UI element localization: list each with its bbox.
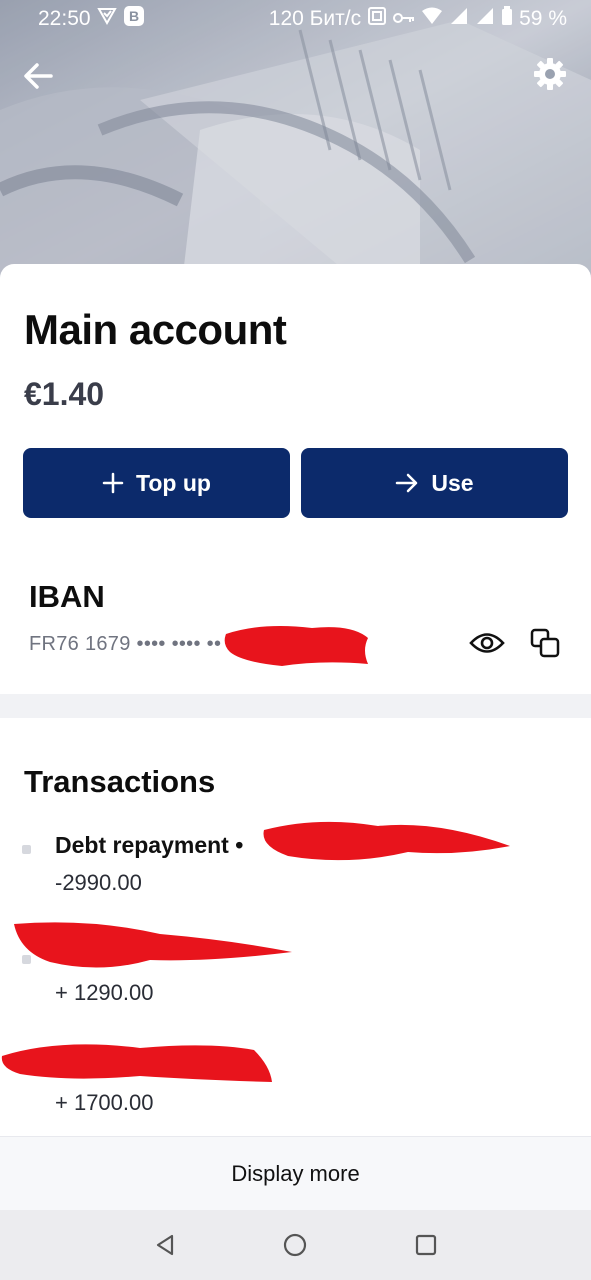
battery-icon [501, 6, 513, 32]
status-time: 22:50 [38, 7, 91, 30]
iban-redaction-mark [224, 626, 368, 666]
key-icon [393, 7, 415, 31]
battery-level: 59 % [519, 7, 567, 30]
transaction-amount: -2990.00 [55, 870, 142, 895]
page-title: Main account [24, 306, 287, 353]
iban-label: IBAN [29, 579, 105, 614]
transaction-item[interactable]: + 1700.00 [0, 1050, 591, 1130]
display-more-label: Display more [231, 1160, 360, 1186]
staircase-photo [0, 0, 591, 300]
iban-value: FR76 1679 •••• •••• •• [29, 633, 222, 655]
signal-1-icon [449, 7, 469, 31]
transaction-bullet [22, 1065, 31, 1074]
back-button[interactable] [18, 56, 58, 96]
show-iban-button[interactable] [468, 626, 506, 660]
nav-home-button[interactable] [273, 1223, 317, 1267]
section-divider [0, 694, 591, 718]
transaction-amount: + 1290.00 [55, 980, 154, 1005]
transaction-item[interactable]: + 1290.00 [0, 940, 591, 1020]
square-recents-icon [415, 1234, 436, 1256]
transaction-item[interactable]: Debt repayment • -2990.00 [0, 830, 591, 910]
top-up-label: Top up [136, 469, 211, 496]
svg-text:B: B [129, 8, 139, 24]
account-sheet: Main account €1.40 Top up Use IBAN FR76 … [0, 264, 591, 1210]
settings-button[interactable] [530, 54, 570, 94]
copy-iban-button[interactable] [526, 624, 564, 662]
signal-2-icon [475, 7, 495, 31]
transaction-bullet [22, 845, 31, 854]
header-background-image: 22:50 B 120 Бит/с 59 % [0, 0, 591, 300]
triangle-back-icon [157, 1234, 174, 1256]
arrow-left-icon [24, 63, 53, 89]
gear-icon [534, 58, 566, 90]
nav-back-button[interactable] [143, 1223, 187, 1267]
vk-app-icon: B [123, 5, 145, 33]
plus-icon [102, 472, 124, 494]
transaction-amount: + 1700.00 [55, 1090, 154, 1115]
circle-home-icon [284, 1233, 307, 1257]
vpn-check-icon [96, 7, 117, 31]
arrow-right-icon [396, 473, 418, 493]
use-label: Use [431, 469, 474, 496]
wifi-icon [421, 7, 443, 31]
eye-icon [469, 633, 505, 653]
transaction-name: Debt repayment • [55, 832, 244, 858]
network-speed: 120 Бит/с [268, 7, 362, 30]
display-more-button[interactable]: Display more [0, 1136, 591, 1210]
account-balance: €1.40 [24, 376, 105, 412]
copy-icon [530, 628, 560, 658]
system-navigation-bar [0, 1210, 591, 1280]
status-bar: 22:50 B 120 Бит/с 59 % [0, 0, 591, 38]
top-up-button[interactable]: Top up [23, 448, 290, 518]
use-button[interactable]: Use [301, 448, 568, 518]
nav-recents-button[interactable] [404, 1223, 448, 1267]
nfc-icon [367, 6, 387, 32]
transaction-bullet [22, 955, 31, 964]
transactions-title: Transactions [24, 764, 216, 799]
